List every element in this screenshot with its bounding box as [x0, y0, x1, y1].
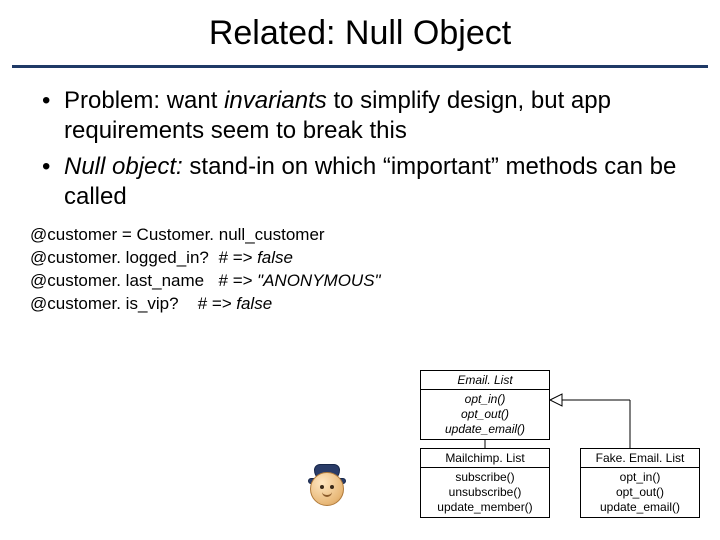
bullet-list: Problem: want invariants to simplify des… — [0, 86, 720, 212]
uml-class-name: Email. List — [421, 371, 549, 390]
title-rule — [12, 65, 708, 68]
uml-method: opt_in() — [427, 392, 543, 407]
code-comment: # => false — [198, 294, 273, 313]
code-text: @customer = Customer. null_customer — [30, 225, 325, 244]
monkey-icon — [310, 468, 352, 510]
bullet-text: Problem: want — [64, 87, 224, 114]
uml-method: update_email() — [587, 500, 693, 515]
bullet-em: invariants — [224, 87, 327, 114]
uml-method: opt_in() — [587, 470, 693, 485]
uml-diagram: Email. List opt_in() opt_out() update_em… — [260, 370, 710, 540]
uml-method: unsubscribe() — [427, 485, 543, 500]
uml-class-body: opt_in() opt_out() update_email() — [421, 390, 549, 439]
code-text: @customer. last_name — [30, 271, 218, 290]
code-comment: # => false — [218, 248, 293, 267]
uml-class-name: Mailchimp. List — [421, 449, 549, 468]
uml-class-name: Fake. Email. List — [581, 449, 699, 468]
uml-method: opt_out() — [427, 407, 543, 422]
code-text: @customer. is_vip? — [30, 294, 198, 313]
uml-method: subscribe() — [427, 470, 543, 485]
uml-method: update_email() — [427, 422, 543, 437]
uml-class-parent: Email. List opt_in() opt_out() update_em… — [420, 370, 550, 440]
uml-class-child: Fake. Email. List opt_in() opt_out() upd… — [580, 448, 700, 518]
code-block: @customer = Customer. null_customer @cus… — [0, 218, 720, 316]
uml-class-child: Mailchimp. List subscribe() unsubscribe(… — [420, 448, 550, 518]
uml-method: opt_out() — [587, 485, 693, 500]
uml-method: update_member() — [427, 500, 543, 515]
code-line: @customer = Customer. null_customer — [30, 224, 690, 247]
page-title: Related: Null Object — [0, 0, 720, 65]
code-line: @customer. logged_in? # => false — [30, 247, 690, 270]
code-comment: # => "ANONYMOUS" — [218, 271, 380, 290]
code-text: @customer. logged_in? — [30, 248, 218, 267]
uml-class-body: subscribe() unsubscribe() update_member(… — [421, 468, 549, 517]
uml-class-body: opt_in() opt_out() update_email() — [581, 468, 699, 517]
bullet-item: Problem: want invariants to simplify des… — [42, 86, 690, 146]
bullet-em: Null object: — [64, 153, 183, 180]
bullet-item: Null object: stand-in on which “importan… — [42, 152, 690, 212]
code-line: @customer. last_name # => "ANONYMOUS" — [30, 270, 690, 293]
code-line: @customer. is_vip? # => false — [30, 293, 690, 316]
